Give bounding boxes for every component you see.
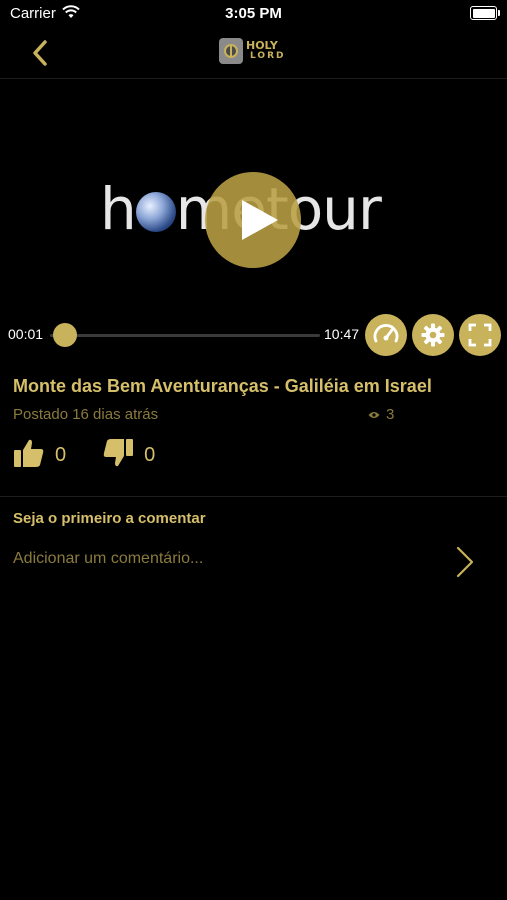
view-count: 3 (368, 406, 394, 423)
thumbs-up-icon (14, 439, 44, 467)
like-button[interactable] (13, 438, 45, 473)
dislike-count: 0 (144, 444, 156, 466)
eye-icon (368, 411, 380, 418)
thumbs-down-icon (103, 439, 134, 467)
gear-icon (421, 323, 445, 347)
navigation-bar: HOLY LORD (0, 28, 507, 79)
view-count-value: 3 (386, 406, 395, 423)
divider (0, 496, 507, 497)
speedometer-icon (373, 324, 399, 343)
duration: 10:47 (324, 326, 360, 342)
dislike-button[interactable] (102, 438, 134, 473)
logo-text-lord: LORD (250, 51, 286, 61)
battery-icon (470, 6, 500, 20)
status-bar: Carrier 3:05 PM (0, 0, 507, 28)
progress-track[interactable] (50, 334, 320, 337)
play-button[interactable] (205, 172, 301, 268)
play-icon (242, 200, 278, 240)
post-info: Monte das Bem Aventuranças - Galiléia em… (13, 376, 493, 423)
settings-button[interactable] (412, 314, 454, 356)
back-button[interactable] (26, 38, 56, 68)
player-controls: 00:01 10:47 (0, 312, 507, 358)
submit-comment-button[interactable] (455, 545, 475, 584)
logo-icon (219, 38, 243, 64)
chevron-left-icon (33, 40, 47, 66)
clock: 3:05 PM (225, 5, 282, 22)
reactions: 0 0 (13, 438, 191, 473)
logo-text-holy: HOLY (246, 39, 278, 52)
posted-date: Postado 16 dias atrás (13, 406, 159, 423)
speed-button[interactable] (365, 314, 407, 356)
add-comment-input[interactable]: Adicionar um comentário... (13, 550, 203, 568)
fullscreen-button[interactable] (459, 314, 501, 356)
chevron-right-icon (456, 546, 474, 578)
globe-icon (135, 192, 176, 232)
progress-knob[interactable] (53, 323, 78, 347)
post-title: Monte das Bem Aventuranças - Galiléia em… (13, 376, 432, 396)
app-logo: HOLY LORD (219, 38, 285, 64)
like-count: 0 (55, 444, 67, 466)
current-time: 00:01 (8, 326, 44, 342)
fullscreen-icon (468, 323, 492, 347)
comments-header: Seja o primeiro a comentar (13, 510, 206, 527)
